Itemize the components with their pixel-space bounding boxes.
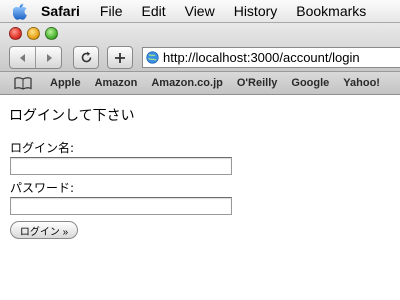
back-button[interactable] (10, 47, 35, 68)
menu-bar: Safari File Edit View History Bookmarks (0, 0, 400, 23)
window-controls (9, 27, 58, 40)
menu-file[interactable]: File (100, 3, 123, 19)
reload-button[interactable] (73, 46, 99, 69)
reload-icon (81, 51, 91, 63)
forward-button[interactable] (35, 47, 61, 68)
add-bookmark-button[interactable] (107, 46, 133, 69)
menu-bookmarks[interactable]: Bookmarks (296, 3, 366, 19)
close-window-icon[interactable] (9, 27, 22, 40)
page-content: ログインして下さい ログイン名: パスワード: ログイン » (0, 95, 400, 300)
address-bar[interactable]: http://localhost:3000/account/login (142, 47, 400, 68)
menu-view[interactable]: View (185, 3, 215, 19)
bookmark-yahoo[interactable]: Yahoo! (343, 77, 380, 89)
login-name-label: ログイン名: (10, 141, 75, 155)
minimize-window-icon[interactable] (27, 27, 40, 40)
menu-history[interactable]: History (234, 3, 278, 19)
login-button[interactable]: ログイン » (10, 221, 78, 239)
book-icon[interactable] (14, 76, 32, 90)
back-arrow-icon (19, 53, 25, 62)
url-text: http://localhost:3000/account/login (163, 50, 360, 65)
menu-app-safari[interactable]: Safari (41, 3, 80, 19)
bookmark-amazon[interactable]: Amazon (95, 77, 138, 89)
bookmark-apple[interactable]: Apple (50, 77, 81, 89)
back-forward-buttons (9, 46, 62, 69)
password-label: パスワード: (10, 181, 75, 195)
password-input[interactable] (10, 197, 232, 215)
zoom-window-icon[interactable] (45, 27, 58, 40)
bookmark-google[interactable]: Google (291, 77, 329, 89)
browser-toolbar: http://localhost:3000/account/login (0, 23, 400, 72)
apple-menu-icon[interactable] (11, 2, 29, 20)
menu-edit[interactable]: Edit (141, 3, 165, 19)
login-name-input[interactable] (10, 157, 232, 175)
page-title: ログインして下さい (9, 108, 135, 124)
bookmarks-bar: Apple Amazon Amazon.co.jp O'Reilly Googl… (0, 72, 400, 95)
bookmark-amazon-co-jp[interactable]: Amazon.co.jp (151, 77, 223, 89)
bookmark-oreilly[interactable]: O'Reilly (237, 77, 278, 89)
globe-icon (146, 51, 159, 64)
forward-arrow-icon (46, 53, 52, 62)
plus-icon (115, 52, 125, 63)
